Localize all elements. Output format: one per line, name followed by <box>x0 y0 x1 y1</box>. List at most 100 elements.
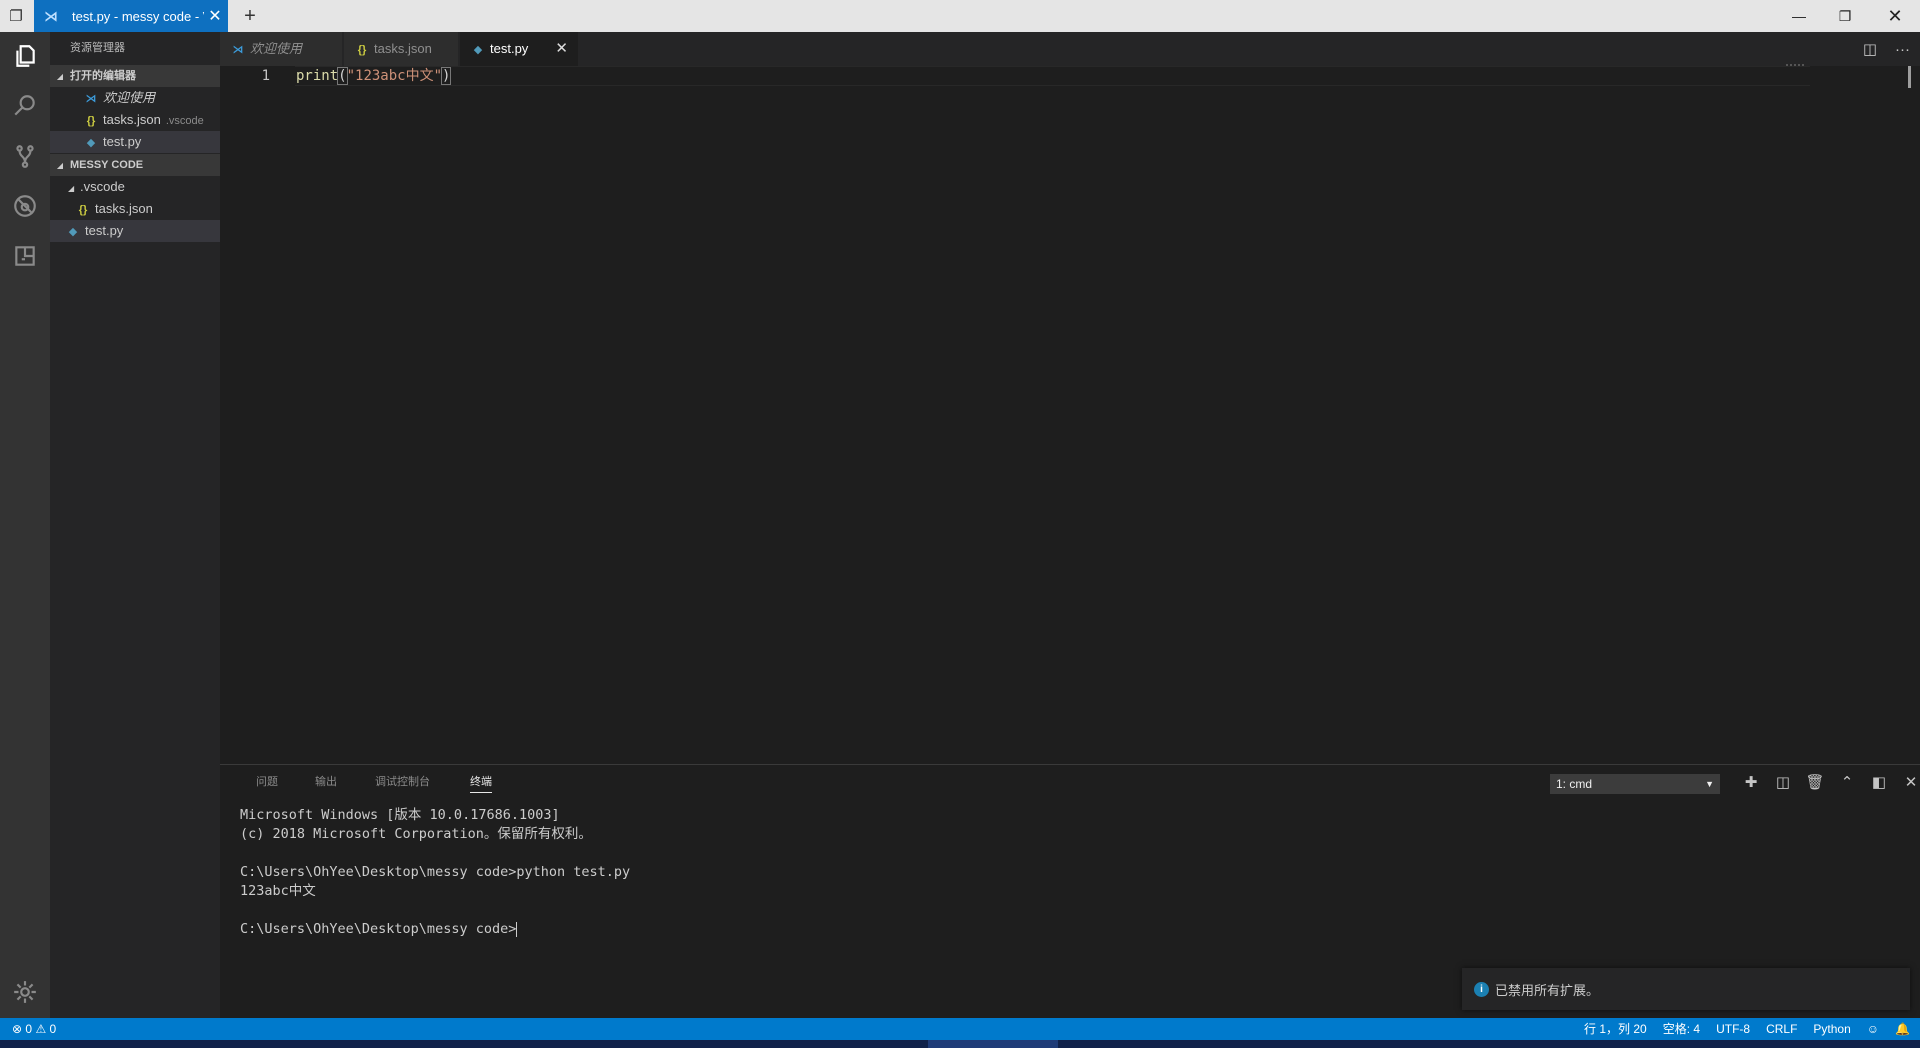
terminal-output[interactable]: Microsoft Windows [版本 10.0.17686.1003] (c… <box>240 806 630 939</box>
tab-welcome[interactable]: ⋊ 欢迎使用 <box>220 32 342 66</box>
tree-item-label: tasks.json <box>95 201 153 216</box>
warning-icon: ⚠ <box>35 1022 47 1036</box>
tree-item-label: test.py <box>85 223 124 238</box>
sidebar-title: 资源管理器 <box>70 42 125 54</box>
taskbar-highlight <box>928 1040 1058 1048</box>
status-indentation[interactable]: 空格: 4 <box>1663 1018 1700 1040</box>
vscode-logo-icon: ⋊ <box>232 44 244 56</box>
code-editor[interactable]: 1 print("123abc中文") <box>220 64 1920 764</box>
status-cursor-position[interactable]: 行 1，列 20 <box>1584 1018 1647 1040</box>
terminal-cursor <box>516 921 518 937</box>
status-language[interactable]: Python <box>1813 1018 1850 1040</box>
warning-count: 0 <box>49 1022 57 1036</box>
status-eol[interactable]: CRLF <box>1766 1018 1797 1040</box>
tab-output[interactable]: 输出 <box>315 765 337 799</box>
tab-terminal[interactable]: 终端 <box>470 765 492 799</box>
code-token-string: "123abc中文" <box>346 68 443 84</box>
more-actions-icon[interactable]: ··· <box>1895 41 1910 58</box>
terminal-select-value: 1: cmd <box>1556 777 1593 791</box>
scrollbar-thumb[interactable] <box>1908 66 1911 88</box>
terminal-line: Microsoft Windows [版本 10.0.17686.1003] <box>240 807 560 823</box>
status-encoding[interactable]: UTF-8 <box>1716 1018 1750 1040</box>
new-tab-button[interactable]: + <box>238 0 262 32</box>
terminal-line: 123abc中文 <box>240 883 316 899</box>
error-icon: ⊗ <box>12 1022 23 1036</box>
task-view-icon[interactable]: ❐ <box>0 0 32 32</box>
extensions-icon[interactable] <box>0 232 50 280</box>
vscode-logo-icon: ⋊ <box>44 7 58 24</box>
terminal-prompt-line: C:\Users\OhYee\Desktop\messy code> <box>240 920 630 939</box>
status-bar: ⊗ 0 ⚠ 0 行 1，列 20 空格: 4 UTF-8 CRLF Python… <box>0 1018 1920 1040</box>
notification-message: 已禁用所有扩展。 <box>1495 982 1600 998</box>
tab-test-py[interactable]: ◆ test.py ✕ <box>460 32 578 66</box>
close-panel-icon[interactable]: ✕ <box>1895 773 1920 791</box>
feedback-smiley-icon[interactable]: ☺ <box>1867 1018 1879 1040</box>
notification-toast[interactable]: i 已禁用所有扩展。 <box>1462 968 1910 1010</box>
status-problems[interactable]: ⊗ 0 ⚠ 0 <box>12 1018 56 1040</box>
tab-label: test.py <box>490 41 529 56</box>
open-editor-label: tasks.json <box>103 112 161 127</box>
add-terminal-icon[interactable]: ✚ <box>1735 773 1767 791</box>
json-file-icon: {} <box>78 204 88 216</box>
chevron-up-icon[interactable]: ⌃ <box>1831 773 1863 791</box>
tab-label: 欢迎使用 <box>250 41 303 56</box>
open-editors-label: 打开的编辑器 <box>70 70 136 82</box>
error-count: 0 <box>25 1022 33 1036</box>
python-file-icon: ◆ <box>86 137 96 149</box>
source-control-icon[interactable] <box>0 132 50 180</box>
window-title: test.py - messy code - Visual Studio Cod… <box>72 8 204 24</box>
json-file-icon: {} <box>357 44 367 56</box>
editor-actions: ◫ ··· <box>1863 32 1910 66</box>
minimize-button[interactable]: ― <box>1776 0 1822 32</box>
chevron-down-icon: ◢ <box>56 161 64 170</box>
vscode-logo-icon: ⋊ <box>85 93 97 105</box>
split-terminal-icon[interactable]: ◫ <box>1767 773 1799 791</box>
chevron-down-icon: ▼ <box>1705 779 1714 789</box>
tree-item-label: .vscode <box>80 179 125 194</box>
taskbar-strip <box>0 1040 1920 1048</box>
code-token-paren-open: ( <box>337 67 348 85</box>
terminal-select[interactable]: 1: cmd ▼ <box>1550 774 1720 794</box>
open-editor-item-tasks-json[interactable]: {} tasks.json .vscode <box>50 109 220 131</box>
line-number: 1 <box>261 68 270 84</box>
open-editor-label: 欢迎使用 <box>103 90 156 105</box>
notifications-bell-icon[interactable]: 🔔 <box>1895 1018 1910 1040</box>
explorer-sidebar: 资源管理器 ◢ 打开的编辑器 ⋊ 欢迎使用 {} tasks.json .vscode … <box>50 32 220 1018</box>
tree-item-test-py[interactable]: ◆ test.py <box>50 220 220 242</box>
trash-icon[interactable]: 🗑 <box>1799 773 1831 791</box>
tree-item-vscode-folder[interactable]: ◢ .vscode <box>50 176 220 198</box>
activity-bar <box>0 32 50 1018</box>
tree-item-tasks-json[interactable]: {} tasks.json <box>50 198 220 220</box>
status-right: 行 1，列 20 空格: 4 UTF-8 CRLF Python ☺ 🔔 <box>1584 1018 1910 1040</box>
tab-tasks-json[interactable]: {} tasks.json <box>344 32 458 66</box>
code-token-function: print <box>296 68 339 84</box>
search-icon[interactable] <box>0 82 50 130</box>
python-file-icon: ◆ <box>68 226 78 238</box>
tab-problems[interactable]: 问题 <box>256 765 278 799</box>
toggle-panel-position-icon[interactable]: ◧ <box>1863 773 1895 791</box>
close-tab-icon[interactable]: ✕ <box>555 32 568 66</box>
debug-icon[interactable] <box>0 182 50 230</box>
editor-tab-bar: ⋊ 欢迎使用 {} tasks.json ◆ test.py ✕ ◫ ··· <box>220 32 1920 66</box>
current-line-highlight <box>295 66 1810 86</box>
open-editor-item-test-py[interactable]: ◆ test.py <box>50 131 220 153</box>
code-line[interactable]: print("123abc中文") <box>296 66 452 86</box>
open-editor-desc: .vscode <box>165 115 204 127</box>
explorer-icon[interactable] <box>0 32 50 80</box>
chevron-down-icon: ◢ <box>56 72 64 81</box>
tab-debug-console[interactable]: 调试控制台 <box>375 765 430 799</box>
window-tab-active[interactable]: ⋊ test.py - messy code - Visual Studio C… <box>34 0 228 32</box>
gear-icon[interactable] <box>0 968 50 1016</box>
open-editor-item-welcome[interactable]: ⋊ 欢迎使用 <box>50 87 220 109</box>
close-window-button[interactable]: ✕ <box>1872 0 1918 32</box>
chevron-down-icon: ◢ <box>68 184 75 193</box>
folder-header[interactable]: ◢ MESSY CODE <box>50 154 220 176</box>
restore-button[interactable]: ❐ <box>1822 0 1868 32</box>
info-icon: i <box>1474 981 1489 997</box>
close-tab-icon[interactable]: ✕ <box>204 6 226 26</box>
panel-actions: ✚ ◫ 🗑 ⌃ ◧ ✕ <box>1735 765 1920 799</box>
split-editor-icon[interactable]: ◫ <box>1863 40 1877 58</box>
open-editors-header[interactable]: ◢ 打开的编辑器 <box>50 65 220 87</box>
terminal-prompt: C:\Users\OhYee\Desktop\messy code> <box>240 921 517 937</box>
